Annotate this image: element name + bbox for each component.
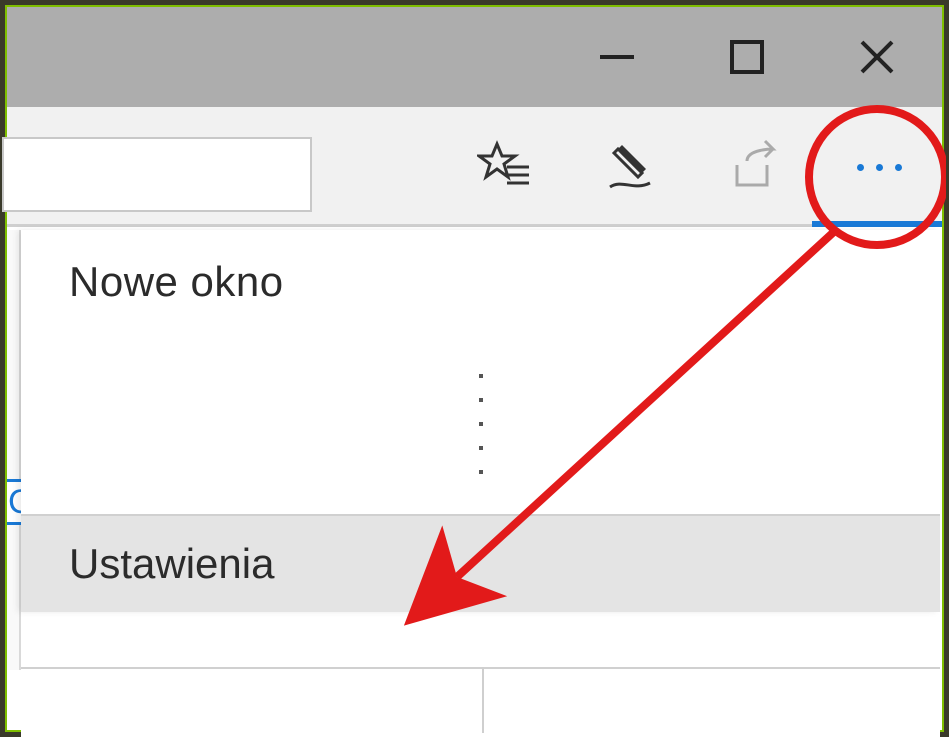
window-frame: C Nowe okno Ustawienia xyxy=(5,5,944,732)
minimize-button[interactable] xyxy=(552,7,682,107)
toolbar-icons xyxy=(442,107,942,227)
content-area-fragment xyxy=(21,667,940,737)
content-separator xyxy=(482,667,484,733)
menu-item-label: Ustawienia xyxy=(69,540,274,587)
menu-collapsed-indicator xyxy=(21,334,940,514)
menu-item-new-window[interactable]: Nowe okno xyxy=(21,230,940,334)
minimize-icon xyxy=(594,34,640,80)
share-button[interactable] xyxy=(692,107,817,227)
more-active-indicator xyxy=(812,221,942,227)
menu-item-settings[interactable]: Ustawienia xyxy=(21,516,940,612)
web-note-button[interactable] xyxy=(567,107,692,227)
star-list-icon xyxy=(477,139,533,195)
pen-icon xyxy=(602,139,658,195)
titlebar xyxy=(7,7,942,107)
menu-item-label: Nowe okno xyxy=(69,258,284,305)
browser-toolbar xyxy=(7,107,942,227)
more-ellipsis-icon xyxy=(851,158,908,176)
maximize-button[interactable] xyxy=(682,7,812,107)
share-icon xyxy=(727,139,783,195)
address-bar[interactable] xyxy=(2,137,312,212)
maximize-icon xyxy=(724,34,770,80)
more-button[interactable] xyxy=(817,107,942,227)
more-menu: Nowe okno Ustawienia xyxy=(21,230,940,612)
menu-left-gutter xyxy=(7,230,21,670)
window-controls xyxy=(552,7,942,107)
favorites-button[interactable] xyxy=(442,107,567,227)
close-icon xyxy=(854,34,900,80)
close-button[interactable] xyxy=(812,7,942,107)
